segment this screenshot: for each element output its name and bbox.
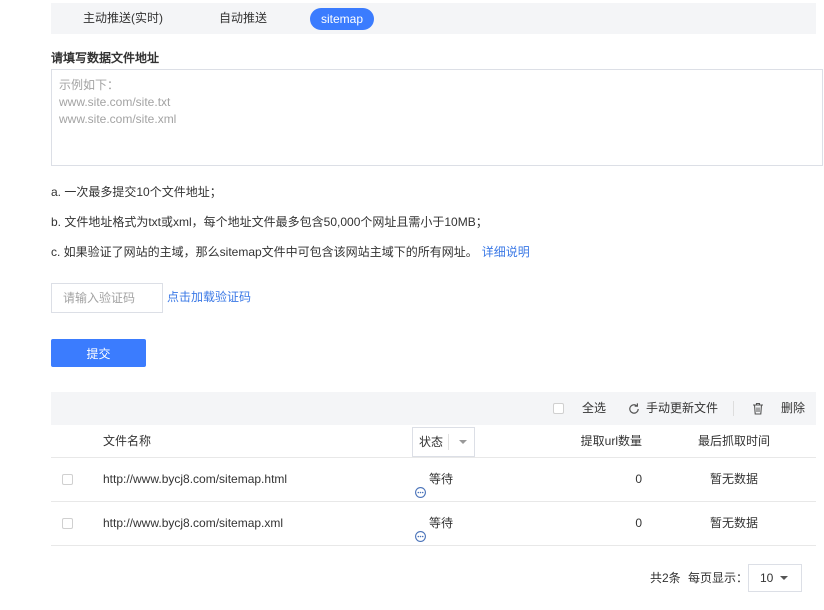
file-url: http://www.bycj8.com/sitemap.html xyxy=(103,472,288,486)
note-c-text: c. 如果验证了网站的主域，那么sitemap文件中可包含该网站主域下的所有网址… xyxy=(51,245,478,259)
last-crawl-time: 暂无数据 xyxy=(709,516,758,530)
page-size-value: 10 xyxy=(760,571,774,585)
waiting-icon xyxy=(415,473,426,499)
page-size-label: 每页显示： xyxy=(688,571,749,585)
dropdown-divider xyxy=(448,434,449,450)
row-checkbox[interactable] xyxy=(62,518,73,529)
note-c: c. 如果验证了网站的主域，那么sitemap文件中可包含该网站主域下的所有网址… xyxy=(51,244,530,260)
status-text: 等待 xyxy=(429,472,454,486)
select-all-checkbox[interactable] xyxy=(553,403,564,414)
column-header-last-crawl: 最后抓取时间 xyxy=(698,434,771,448)
tab-auto-push[interactable]: 自动推送 xyxy=(219,3,267,34)
note-a: a. 一次最多提交10个文件地址； xyxy=(51,185,222,199)
url-count: 0 xyxy=(635,516,642,530)
select-all-label[interactable]: 全选 xyxy=(582,392,606,425)
delete-button[interactable]: 删除 xyxy=(781,392,805,425)
caret-down-icon xyxy=(459,440,467,444)
table-row: http://www.bycj8.com/sitemap.xml 等待 0 暂无… xyxy=(51,502,816,546)
load-captcha-link[interactable]: 点击加载验证码 xyxy=(167,289,251,305)
url-count: 0 xyxy=(635,472,642,486)
table-toolbar: 全选 手动更新文件 删除 xyxy=(51,392,816,425)
column-header-file-name: 文件名称 xyxy=(103,434,152,448)
status-filter-label: 状态 xyxy=(419,435,444,449)
column-header-url-count: 提取url数量 xyxy=(580,434,642,448)
refresh-icon[interactable] xyxy=(628,402,640,415)
row-checkbox[interactable] xyxy=(62,474,73,485)
file-url-textarea-wrapper: 示例如下： www.site.com/site.txt www.site.com… xyxy=(51,69,823,166)
push-method-tabs: 主动推送(实时) 自动推送 sitemap xyxy=(51,3,816,34)
last-crawl-time: 暂无数据 xyxy=(709,472,758,486)
file-url-textarea[interactable] xyxy=(51,69,823,166)
waiting-icon xyxy=(415,517,426,543)
file-url: http://www.bycj8.com/sitemap.xml xyxy=(103,516,284,530)
tab-sitemap[interactable]: sitemap xyxy=(310,8,374,30)
note-b: b. 文件地址格式为txt或xml，每个地址文件最多包含50,000个网址且需小… xyxy=(51,215,488,229)
toolbar-divider xyxy=(733,401,734,416)
page-size-select[interactable]: 10 xyxy=(748,564,802,592)
details-link[interactable]: 详细说明 xyxy=(482,245,530,259)
table-header: 文件名称 状态 提取url数量 最后抓取时间 xyxy=(51,425,816,458)
submit-button[interactable]: 提交 xyxy=(51,339,146,367)
manual-update-button[interactable]: 手动更新文件 xyxy=(646,392,718,425)
status-cell: 等待 xyxy=(415,502,453,545)
tab-active-push[interactable]: 主动推送(实时) xyxy=(83,3,163,34)
status-cell: 等待 xyxy=(415,458,453,501)
pagination-total: 共2条 xyxy=(650,571,681,585)
trash-icon[interactable] xyxy=(752,402,764,415)
status-text: 等待 xyxy=(429,516,454,530)
table-row: http://www.bycj8.com/sitemap.html 等待 0 暂… xyxy=(51,458,816,502)
data-file-url-label: 请填写数据文件地址 xyxy=(51,51,160,65)
sitemap-file-table: 全选 手动更新文件 删除 文件名称 状态 提取url数量 最后抓取时间 http… xyxy=(51,392,816,546)
captcha-input[interactable] xyxy=(51,283,163,313)
status-filter-dropdown[interactable]: 状态 xyxy=(412,427,475,457)
caret-down-icon xyxy=(780,576,788,580)
